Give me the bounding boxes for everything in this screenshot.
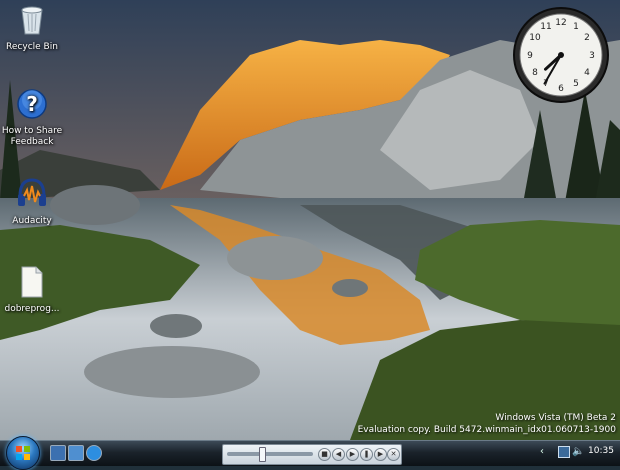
svg-text:2: 2 — [584, 33, 590, 43]
media-close-button[interactable]: ✕ — [387, 448, 400, 461]
recycle-bin-icon — [0, 4, 64, 40]
desktop-icon-share-feedback[interactable]: ? How to Share Feedback — [0, 88, 64, 148]
desktop-icon-label: Recycle Bin — [6, 42, 58, 52]
svg-text:12: 12 — [555, 18, 566, 28]
help-question-icon: ? — [0, 88, 64, 124]
watermark-edition: Windows Vista (TM) Beta 2 — [495, 413, 616, 423]
svg-text:10: 10 — [529, 33, 541, 43]
desktop-icon-label: dobreprog... — [4, 304, 60, 314]
svg-text:11: 11 — [540, 22, 551, 32]
clock-gadget[interactable]: 12 1 2 3 4 5 6 7 8 9 10 11 — [512, 6, 610, 104]
svg-text:6: 6 — [558, 84, 564, 94]
switch-windows-icon[interactable] — [68, 445, 84, 461]
media-seek-knob[interactable] — [259, 447, 266, 462]
desktop-icon-audacity[interactable]: Audacity — [0, 176, 64, 227]
tray-clock[interactable]: 10:35 — [588, 446, 614, 456]
svg-text:5: 5 — [573, 79, 579, 89]
desktop-icon-label: Audacity — [12, 216, 52, 226]
document-icon — [0, 266, 64, 302]
desktop-icon-label: How to Share Feedback — [1, 126, 63, 147]
svg-text:3: 3 — [589, 51, 595, 61]
media-play-button[interactable]: ▶ — [346, 448, 359, 461]
svg-text:9: 9 — [527, 51, 533, 61]
desktop-icon-recycle-bin[interactable]: Recycle Bin — [0, 4, 64, 53]
volume-icon[interactable]: 🔈 — [572, 446, 584, 457]
media-pause-button[interactable]: ❚ — [360, 448, 373, 461]
svg-text:?: ? — [26, 92, 38, 116]
media-seek-bar[interactable] — [227, 452, 313, 456]
analog-clock-face: 12 1 2 3 4 5 6 7 8 9 10 11 — [513, 7, 609, 103]
svg-text:4: 4 — [584, 68, 590, 78]
desktop-icon-document[interactable]: dobreprog... — [0, 266, 64, 315]
media-player-toolbar: ■ ◀ ▶ ❚ ▶ ✕ — [222, 444, 402, 465]
svg-text:8: 8 — [532, 68, 538, 78]
internet-explorer-icon[interactable] — [86, 445, 102, 461]
watermark-build: Evaluation copy. Build 5472.winmain_idx0… — [357, 425, 616, 435]
tray-expand-arrow-icon[interactable]: ‹ — [540, 446, 544, 457]
media-previous-button[interactable]: ◀ — [332, 448, 345, 461]
media-next-button[interactable]: ▶ — [374, 448, 387, 461]
show-desktop-icon[interactable] — [50, 445, 66, 461]
windows-flag-icon — [16, 446, 30, 460]
network-icon[interactable] — [558, 446, 570, 458]
audacity-headphones-icon — [0, 176, 64, 214]
media-stop-button[interactable]: ■ — [318, 448, 331, 461]
os-build-watermark: Windows Vista (TM) Beta 2 Evaluation cop… — [358, 412, 616, 436]
svg-text:1: 1 — [573, 22, 579, 32]
